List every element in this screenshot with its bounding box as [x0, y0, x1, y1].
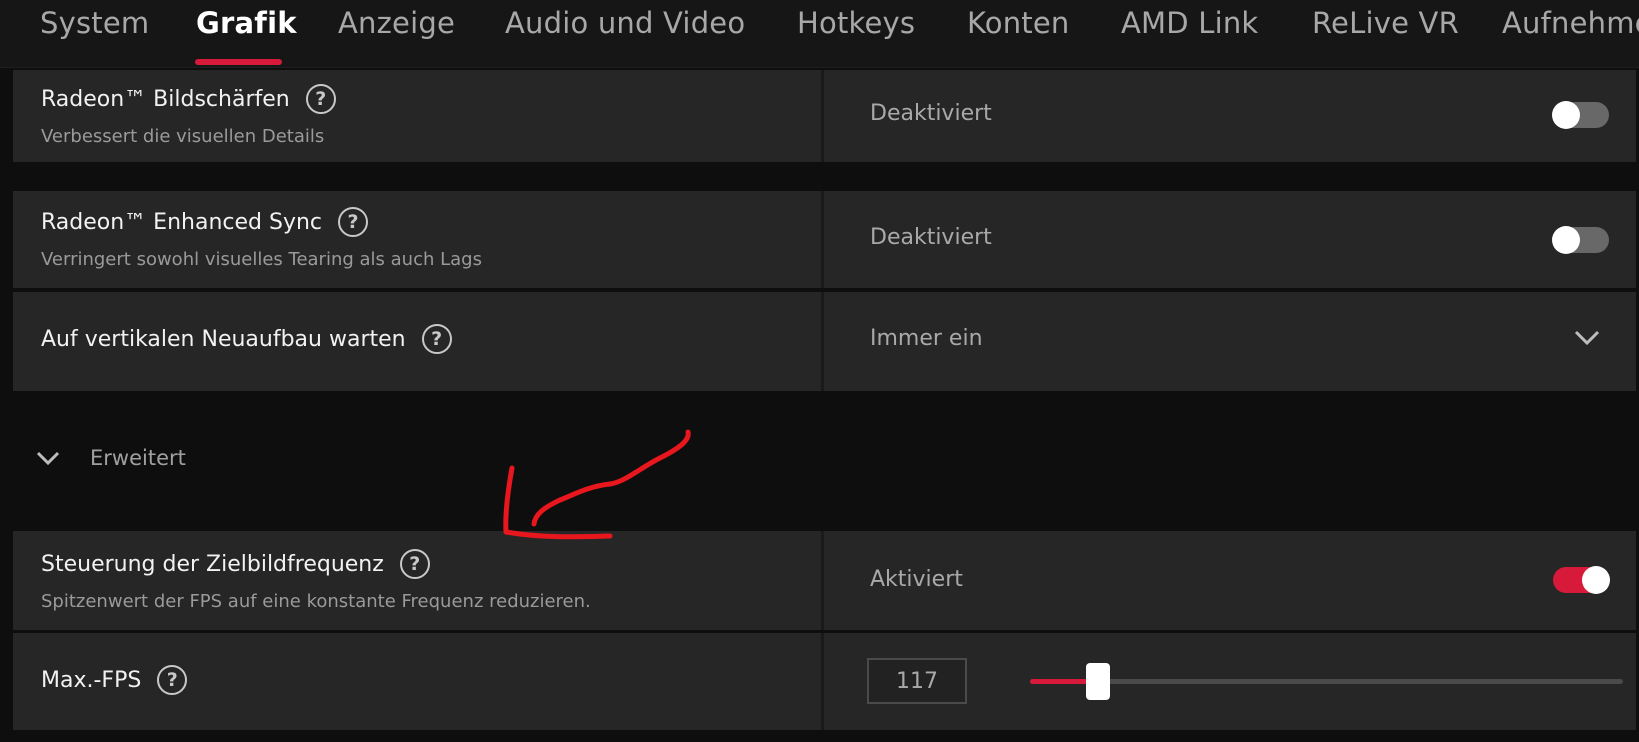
enhanced-sync-toggle[interactable]	[1552, 226, 1609, 254]
tab-amd-link[interactable]: AMD Link	[1121, 6, 1258, 40]
setting-row-sharpening: Radeon™ Bildschärfen ? Verbessert die vi…	[13, 70, 1636, 162]
slider-thumb[interactable]	[1086, 663, 1111, 700]
toggle-knob	[1582, 566, 1610, 594]
top-navigation: System Grafik Anzeige Audio und Video Ho…	[0, 0, 1639, 68]
setting-row-frtc: Steuerung der Zielbildfrequenz ? Spitzen…	[13, 531, 1636, 630]
question-circle-icon[interactable]: ?	[338, 207, 369, 237]
setting-row-vsync: Auf vertikalen Neuaufbau warten ? Immer …	[13, 292, 1636, 391]
setting-row-enhanced-sync: Radeon™ Enhanced Sync ? Verringert sowoh…	[13, 191, 1636, 288]
setting-description: Verringert sowohl visuelles Tearing als …	[41, 249, 482, 270]
frtc-toggle[interactable]	[1553, 566, 1610, 594]
advanced-label: Erweitert	[90, 446, 186, 470]
tab-konten[interactable]: Konten	[967, 6, 1070, 40]
setting-title: Steuerung der Zielbildfrequenz	[41, 551, 384, 577]
setting-value: Aktiviert	[870, 567, 963, 592]
chevron-down-icon[interactable]	[1574, 330, 1600, 346]
setting-description: Spitzenwert der FPS auf eine konstante F…	[41, 591, 591, 612]
setting-title: Auf vertikalen Neuaufbau warten	[41, 326, 406, 352]
tab-system[interactable]: System	[40, 6, 149, 40]
sharpening-toggle[interactable]	[1552, 101, 1609, 129]
question-circle-icon[interactable]: ?	[399, 549, 430, 579]
tab-hotkeys[interactable]: Hotkeys	[797, 6, 915, 40]
tab-grafik[interactable]: Grafik	[196, 6, 297, 40]
vsync-dropdown[interactable]: Immer ein	[827, 292, 1636, 391]
setting-value-cell: Aktiviert	[827, 531, 1636, 630]
setting-title: Radeon™ Enhanced Sync	[41, 209, 323, 235]
setting-label-cell: Radeon™ Enhanced Sync ? Verringert sowoh…	[13, 191, 824, 288]
tab-aufnehmen[interactable]: Aufnehmen	[1502, 6, 1639, 40]
active-tab-indicator	[195, 59, 282, 65]
tab-anzeige[interactable]: Anzeige	[338, 6, 455, 40]
setting-title: Radeon™ Bildschärfen	[41, 86, 290, 112]
max-fps-slider[interactable]	[1030, 663, 1623, 700]
max-fps-input[interactable]: 117	[867, 658, 967, 704]
tab-relive-vr[interactable]: ReLive VR	[1312, 6, 1459, 40]
toggle-knob	[1552, 101, 1580, 129]
setting-value: Deaktiviert	[870, 225, 992, 250]
question-circle-icon[interactable]: ?	[157, 665, 188, 695]
tab-audio-video[interactable]: Audio und Video	[505, 6, 745, 40]
question-circle-icon[interactable]: ?	[421, 324, 452, 354]
dropdown-selected-value: Immer ein	[870, 326, 983, 351]
setting-label-cell: Steuerung der Zielbildfrequenz ? Spitzen…	[13, 531, 824, 630]
setting-title: Max.-FPS	[41, 667, 142, 693]
setting-description: Verbessert die visuellen Details	[41, 126, 325, 147]
setting-label-cell: Auf vertikalen Neuaufbau warten ?	[13, 292, 824, 391]
toggle-knob	[1552, 226, 1580, 254]
setting-row-max-fps: Max.-FPS ? 117	[13, 633, 1636, 730]
setting-label-cell: Radeon™ Bildschärfen ? Verbessert die vi…	[13, 70, 824, 162]
advanced-section-toggle[interactable]: Erweitert	[36, 446, 186, 470]
setting-value: Deaktiviert	[870, 101, 992, 126]
chevron-down-icon	[36, 451, 60, 465]
setting-value-cell: Deaktiviert	[827, 191, 1636, 288]
setting-value-cell: 117	[827, 633, 1636, 730]
question-circle-icon[interactable]: ?	[305, 84, 336, 114]
setting-value-cell: Deaktiviert	[827, 70, 1636, 162]
setting-label-cell: Max.-FPS ?	[13, 633, 824, 730]
